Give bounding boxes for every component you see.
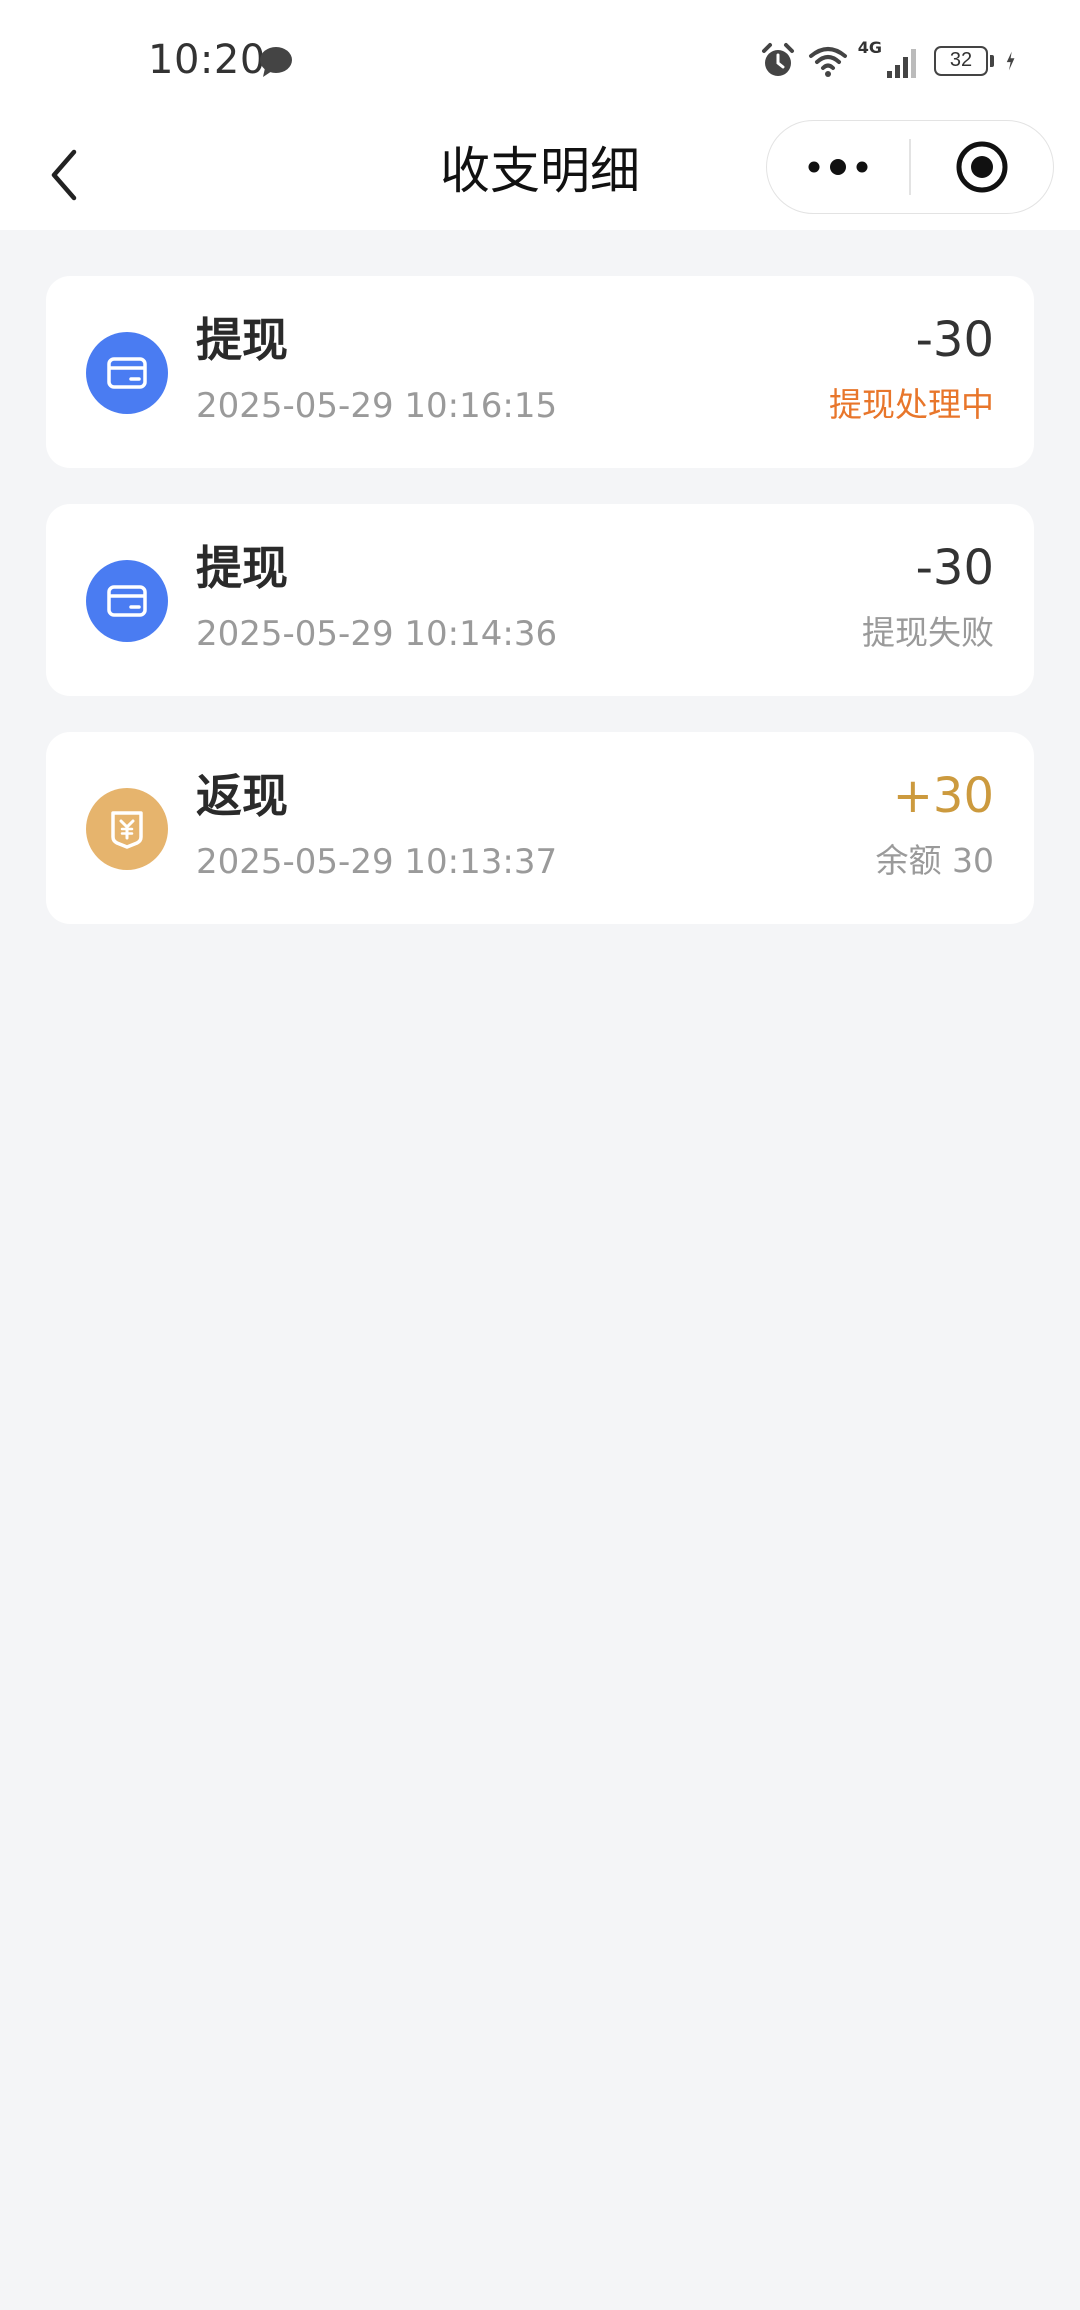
charging-icon: [1006, 51, 1015, 71]
status-bar: 10:20 4G 32: [0, 0, 1080, 120]
transaction-item[interactable]: 返现 2025-05-29 10:13:37 +30 余额 30: [46, 732, 1034, 924]
record-title: 提现: [196, 541, 288, 595]
miniprogram-capsule: [766, 120, 1054, 214]
record-time: 2025-05-29 10:16:15: [196, 386, 558, 426]
message-icon: [260, 47, 292, 77]
nav-bar: 收支明细: [0, 120, 1080, 230]
record-icon-wrapper: [86, 560, 168, 642]
record-time: 2025-05-29 10:13:37: [196, 842, 558, 882]
status-time: 10:20: [148, 37, 266, 83]
record-icon-wrapper: [86, 788, 168, 870]
transaction-list: 提现 2025-05-29 10:16:15 -30 提现处理中 提现 2025…: [46, 276, 1034, 960]
record-icon-wrapper: [86, 332, 168, 414]
record-time: 2025-05-29 10:14:36: [196, 614, 558, 654]
transaction-item[interactable]: 提现 2025-05-29 10:14:36 -30 提现失败: [46, 504, 1034, 696]
battery-level: 32: [934, 46, 988, 76]
status-icons: 4G 32: [758, 38, 1026, 84]
record-status: 提现处理中: [829, 385, 994, 424]
record-status: 提现失败: [862, 613, 994, 652]
more-dots-icon: [808, 159, 868, 175]
target-close-icon: [956, 141, 1008, 193]
transaction-item[interactable]: 提现 2025-05-29 10:16:15 -30 提现处理中: [46, 276, 1034, 468]
back-button[interactable]: [34, 140, 94, 210]
battery-indicator: 32: [934, 46, 994, 76]
close-miniprogram-button[interactable]: [911, 120, 1053, 214]
record-title: 提现: [196, 313, 288, 367]
alarm-icon: [761, 43, 794, 76]
network-type-label: 4G: [857, 37, 882, 57]
card-icon: [107, 357, 147, 389]
more-button[interactable]: [767, 120, 909, 214]
wifi-icon: [808, 47, 847, 77]
signal-icon: [887, 49, 916, 78]
record-amount: -30: [915, 312, 994, 368]
card-icon: [107, 585, 147, 617]
record-amount: -30: [915, 540, 994, 596]
battery-tip: [990, 55, 994, 67]
chevron-left-icon: [51, 149, 77, 201]
record-status: 余额 30: [875, 841, 994, 880]
record-amount: +30: [892, 768, 994, 824]
yuan-pocket-icon: [111, 811, 143, 849]
record-title: 返现: [196, 769, 288, 823]
